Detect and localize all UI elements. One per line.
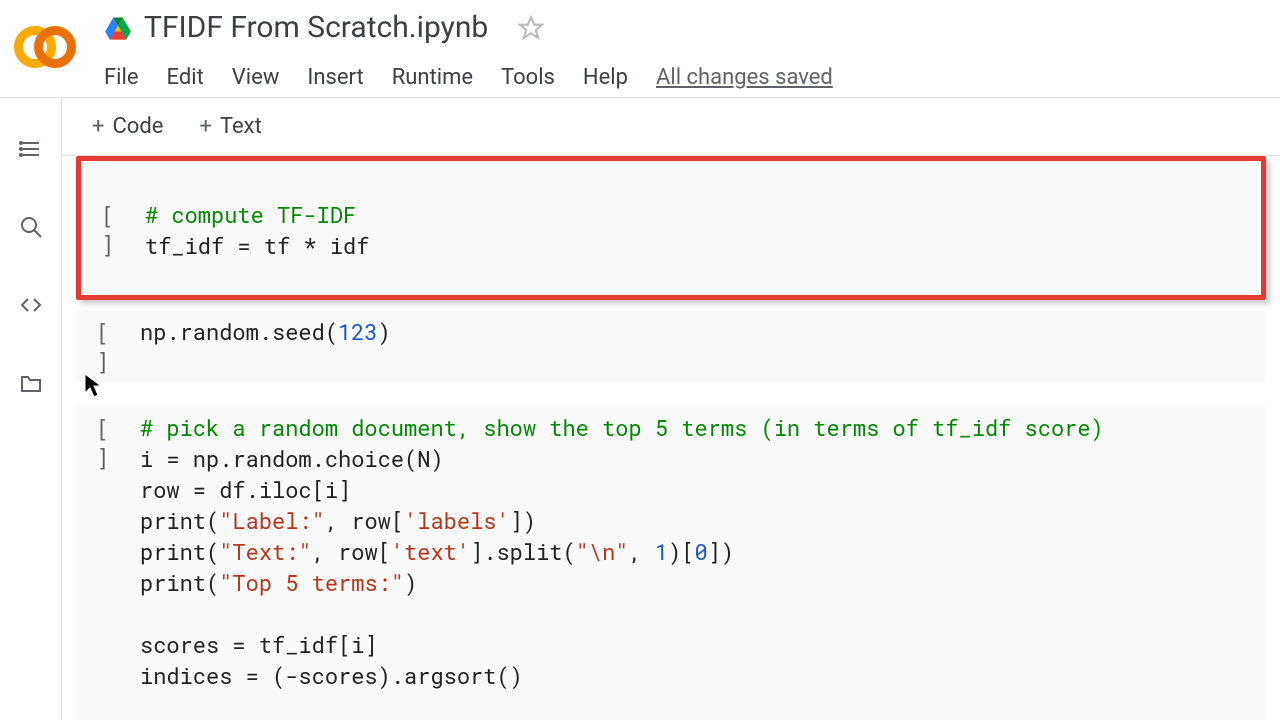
search-icon[interactable] — [18, 214, 44, 240]
code-cell[interactable]: [ ] # pick a random document, show the t… — [76, 406, 1266, 720]
code-snippets-icon[interactable] — [18, 292, 44, 318]
code-content[interactable]: # pick a random document, show the top 5… — [140, 412, 1104, 720]
menu-file[interactable]: File — [104, 65, 139, 90]
menu-insert[interactable]: Insert — [307, 65, 363, 90]
code-cell[interactable]: [ ] # compute TF-IDF tf_idf = tf * idf — [76, 156, 1266, 300]
menu-tools[interactable]: Tools — [501, 65, 555, 90]
run-button[interactable]: [ ] — [96, 316, 140, 376]
notebook: [ ] # compute TF-IDF tf_idf = tf * idf [… — [62, 156, 1280, 720]
plus-icon: + — [92, 114, 104, 139]
toc-icon[interactable] — [18, 136, 44, 162]
files-icon[interactable] — [18, 370, 44, 396]
add-text-button[interactable]: + Text — [199, 114, 261, 139]
left-sidebar — [0, 98, 62, 720]
plus-icon: + — [199, 114, 211, 139]
code-content[interactable]: np.random.seed(123) — [140, 316, 391, 347]
run-button[interactable]: [ ] — [96, 412, 140, 472]
add-code-label: Code — [112, 114, 163, 139]
menu-view[interactable]: View — [232, 65, 280, 90]
code-content[interactable]: # compute TF-IDF tf_idf = tf * idf — [145, 199, 369, 261]
document-title[interactable]: TFIDF From Scratch.ipynb — [144, 10, 488, 45]
add-text-label: Text — [220, 114, 262, 139]
menu-bar: File Edit View Insert Runtime Tools Help… — [104, 65, 1280, 90]
code-cell[interactable]: [ ] np.random.seed(123) — [76, 310, 1266, 382]
add-code-button[interactable]: + Code — [92, 114, 163, 139]
main-area: + Code + Text [ ] # compute TF-IDF tf_id… — [62, 98, 1280, 720]
menu-runtime[interactable]: Runtime — [392, 65, 473, 90]
menu-help[interactable]: Help — [583, 65, 628, 90]
menu-edit[interactable]: Edit — [167, 65, 204, 90]
drive-icon — [104, 14, 132, 42]
run-button[interactable]: [ ] — [101, 199, 145, 259]
header: TFIDF From Scratch.ipynb File Edit View … — [0, 0, 1280, 98]
star-icon[interactable] — [518, 15, 544, 41]
save-status[interactable]: All changes saved — [656, 65, 833, 90]
colab-logo — [16, 20, 76, 80]
insert-toolbar: + Code + Text — [62, 98, 1280, 156]
